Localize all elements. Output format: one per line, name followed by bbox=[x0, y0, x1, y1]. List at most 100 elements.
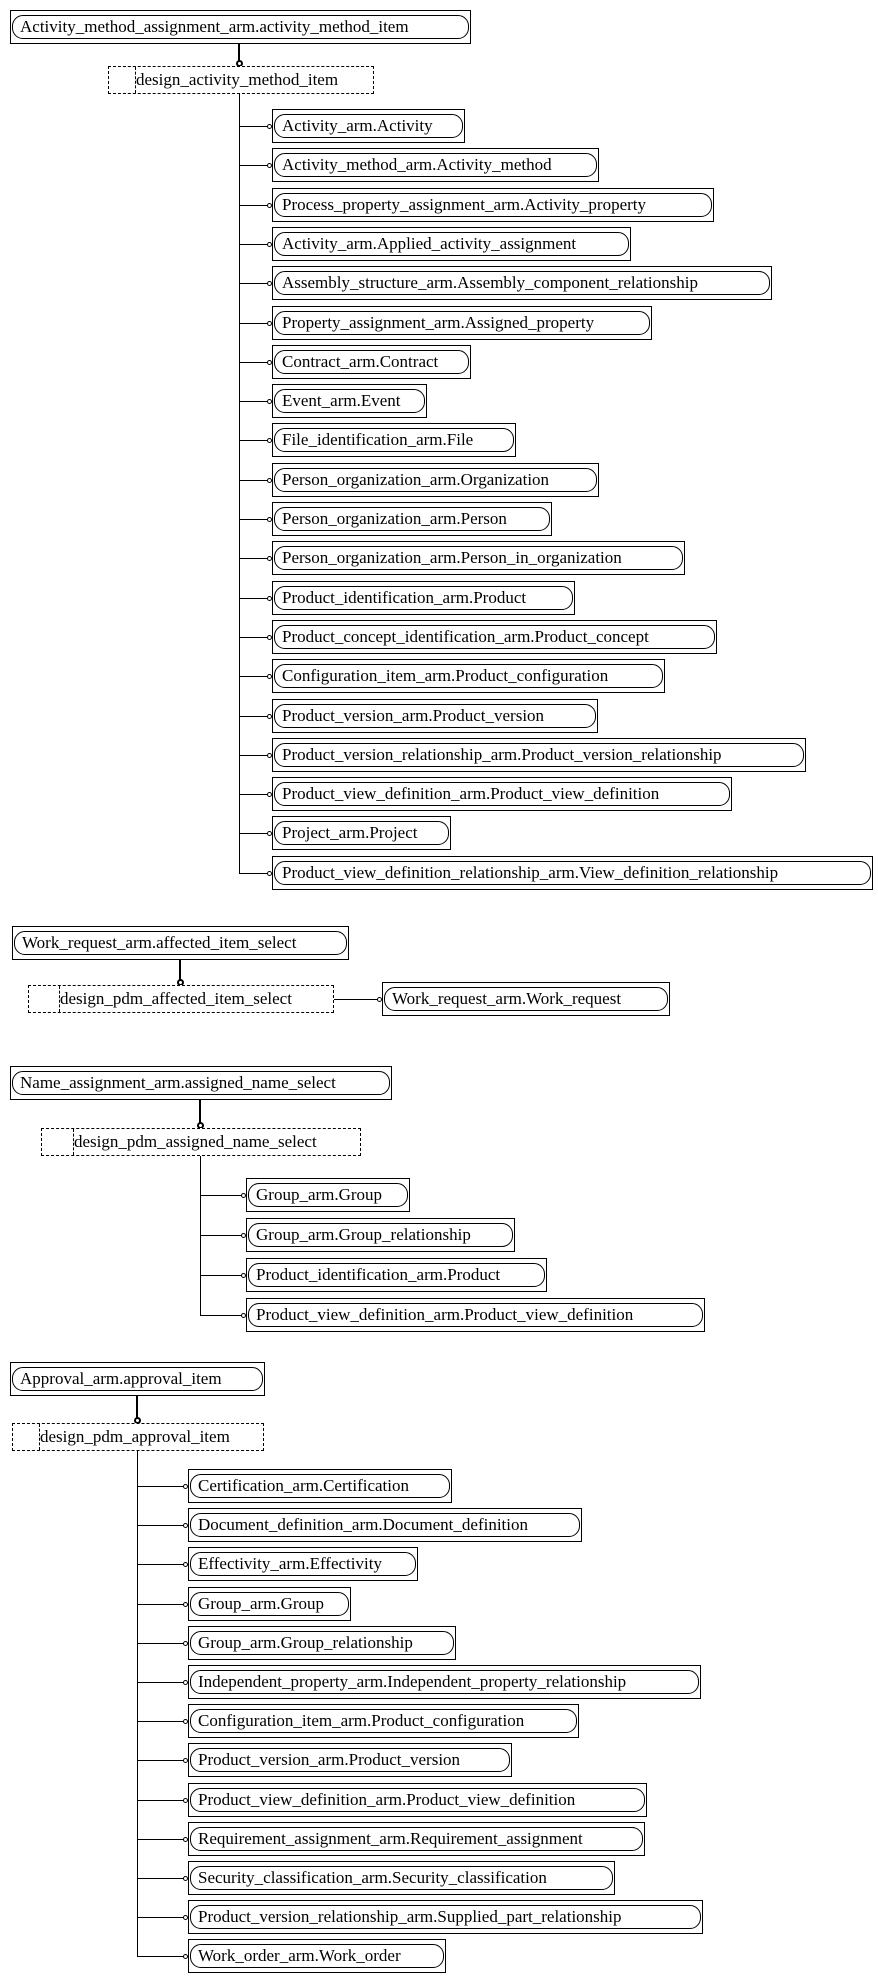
select-item-box[interactable]: Person_organization_arm.Person_in_organi… bbox=[272, 541, 685, 575]
select-item-box[interactable]: Document_definition_arm.Document_definit… bbox=[188, 1508, 582, 1542]
select-item-box[interactable]: Process_property_assignment_arm.Activity… bbox=[272, 188, 714, 222]
select-branch-line bbox=[137, 1839, 184, 1840]
select-item-box[interactable]: Group_arm.Group bbox=[246, 1178, 410, 1212]
parent-entity-box-label: Work_request_arm.affected_item_select bbox=[14, 931, 347, 955]
select-branch-line bbox=[200, 1235, 242, 1236]
select-branch-line bbox=[137, 1878, 184, 1879]
select-branch-line bbox=[239, 401, 268, 402]
select-item-box[interactable]: Contract_arm.Contract bbox=[272, 345, 471, 379]
select-item-box[interactable]: Configuration_item_arm.Product_configura… bbox=[272, 659, 665, 693]
select-item-box[interactable]: Independent_property_arm.Independent_pro… bbox=[188, 1665, 701, 1699]
parent-entity-box[interactable]: Approval_arm.approval_item bbox=[10, 1362, 265, 1396]
select-branch-line bbox=[137, 1760, 184, 1761]
select-branch-line bbox=[239, 244, 268, 245]
select-item-box[interactable]: File_identification_arm.File bbox=[272, 423, 516, 457]
select-item-box-label: Work_order_arm.Work_order bbox=[190, 1944, 444, 1968]
select-item-box[interactable]: Product_version_relationship_arm.Product… bbox=[272, 738, 806, 772]
select-branch-line bbox=[137, 1682, 184, 1683]
select-item-box[interactable]: Product_version_relationship_arm.Supplie… bbox=[188, 1900, 703, 1934]
select-type-label: design_pdm_assigned_name_select bbox=[74, 1132, 317, 1151]
select-item-box[interactable]: Assembly_structure_arm.Assembly_componen… bbox=[272, 266, 772, 300]
select-branch-line bbox=[137, 1486, 184, 1487]
parent-entity-box[interactable]: Activity_method_assignment_arm.activity_… bbox=[10, 10, 471, 44]
select-branch-line bbox=[239, 873, 268, 874]
select-item-box[interactable]: Property_assignment_arm.Assigned_propert… bbox=[272, 306, 652, 340]
select-item-box[interactable]: Product_view_definition_arm.Product_view… bbox=[272, 777, 732, 811]
select-item-box-label: Group_arm.Group bbox=[248, 1183, 408, 1207]
select-type-box[interactable]: design_pdm_affected_item_select bbox=[28, 985, 334, 1013]
select-branch-line bbox=[137, 1800, 184, 1801]
parent-entity-box[interactable]: Work_request_arm.affected_item_select bbox=[12, 926, 349, 960]
select-item-box-label: Work_request_arm.Work_request bbox=[384, 987, 668, 1011]
select-branch-line bbox=[137, 1604, 184, 1605]
select-item-box[interactable]: Product_identification_arm.Product bbox=[246, 1258, 547, 1292]
select-item-box-label: Product_view_definition_arm.Product_view… bbox=[248, 1303, 703, 1327]
select-item-box[interactable]: Effectivity_arm.Effectivity bbox=[188, 1547, 418, 1581]
supertype-connector-line bbox=[238, 44, 240, 61]
select-branch-line bbox=[239, 126, 268, 127]
select-item-box-label: Contract_arm.Contract bbox=[274, 350, 469, 374]
select-item-box-label: Certification_arm.Certification bbox=[190, 1474, 450, 1498]
select-item-box[interactable]: Product_view_definition_relationship_arm… bbox=[272, 856, 873, 890]
select-branch-line bbox=[239, 440, 268, 441]
select-item-box[interactable]: Person_organization_arm.Person bbox=[272, 502, 552, 536]
select-branch-line bbox=[239, 794, 268, 795]
select-branch-line bbox=[239, 519, 268, 520]
select-item-box[interactable]: Configuration_item_arm.Product_configura… bbox=[188, 1704, 579, 1738]
select-branch-line bbox=[239, 716, 268, 717]
select-branch-line bbox=[137, 1917, 184, 1918]
select-item-box-label: Person_organization_arm.Person bbox=[274, 507, 550, 531]
select-branch-line bbox=[239, 205, 268, 206]
select-branch-line bbox=[239, 755, 268, 756]
select-item-box[interactable]: Requirement_assignment_arm.Requirement_a… bbox=[188, 1822, 645, 1856]
select-item-box[interactable]: Product_concept_identification_arm.Produ… bbox=[272, 620, 717, 654]
select-item-box[interactable]: Certification_arm.Certification bbox=[188, 1469, 452, 1503]
select-item-box-label: Activity_method_arm.Activity_method bbox=[274, 153, 597, 177]
select-item-box-label: Product_view_definition_arm.Product_view… bbox=[190, 1788, 645, 1812]
select-item-box-label: Activity_arm.Applied_activity_assignment bbox=[274, 232, 629, 256]
select-branch-line bbox=[239, 323, 268, 324]
select-type-label: design_pdm_affected_item_select bbox=[60, 989, 292, 1008]
supertype-connector-line bbox=[199, 1100, 201, 1123]
select-item-box-label: File_identification_arm.File bbox=[274, 428, 514, 452]
select-type-box[interactable]: design_pdm_assigned_name_select bbox=[41, 1128, 361, 1156]
select-branch-line bbox=[137, 1525, 184, 1526]
select-item-box[interactable]: Product_identification_arm.Product bbox=[272, 581, 575, 615]
select-item-box[interactable]: Work_request_arm.Work_request bbox=[382, 982, 670, 1016]
select-item-box-label: Product_version_arm.Product_version bbox=[274, 704, 596, 728]
select-item-box[interactable]: Activity_method_arm.Activity_method bbox=[272, 148, 599, 182]
select-item-box-label: Configuration_item_arm.Product_configura… bbox=[190, 1709, 577, 1733]
select-item-box[interactable]: Event_arm.Event bbox=[272, 384, 427, 418]
select-item-box-label: Project_arm.Project bbox=[274, 821, 449, 845]
parent-entity-box[interactable]: Name_assignment_arm.assigned_name_select bbox=[10, 1066, 392, 1100]
select-branch-line bbox=[137, 1564, 184, 1565]
select-type-box[interactable]: design_activity_method_item bbox=[108, 66, 374, 94]
select-type-label: design_pdm_approval_item bbox=[40, 1427, 230, 1446]
select-item-box[interactable]: Product_version_arm.Product_version bbox=[188, 1743, 512, 1777]
select-item-box[interactable]: Group_arm.Group bbox=[188, 1587, 351, 1621]
select-item-box[interactable]: Group_arm.Group_relationship bbox=[188, 1626, 456, 1660]
parent-entity-box-label: Name_assignment_arm.assigned_name_select bbox=[12, 1071, 390, 1095]
select-item-box[interactable]: Product_view_definition_arm.Product_view… bbox=[246, 1298, 705, 1332]
select-item-box-label: Document_definition_arm.Document_definit… bbox=[190, 1513, 580, 1537]
select-item-box[interactable]: Activity_arm.Applied_activity_assignment bbox=[272, 227, 631, 261]
select-item-box[interactable]: Person_organization_arm.Organization bbox=[272, 463, 599, 497]
select-item-box[interactable]: Work_order_arm.Work_order bbox=[188, 1939, 446, 1973]
select-item-box[interactable]: Product_view_definition_arm.Product_view… bbox=[188, 1783, 647, 1817]
select-item-box-label: Product_version_relationship_arm.Supplie… bbox=[190, 1905, 701, 1929]
select-item-box-label: Product_version_relationship_arm.Product… bbox=[274, 743, 804, 767]
select-item-box[interactable]: Group_arm.Group_relationship bbox=[246, 1218, 515, 1252]
select-item-box[interactable]: Activity_arm.Activity bbox=[272, 109, 465, 143]
select-branch-line bbox=[239, 558, 268, 559]
select-item-box-label: Independent_property_arm.Independent_pro… bbox=[190, 1670, 699, 1694]
select-item-box-label: Group_arm.Group bbox=[190, 1592, 349, 1616]
select-item-box-label: Security_classification_arm.Security_cla… bbox=[190, 1866, 613, 1890]
select-item-box[interactable]: Product_version_arm.Product_version bbox=[272, 699, 598, 733]
select-item-box[interactable]: Security_classification_arm.Security_cla… bbox=[188, 1861, 615, 1895]
select-item-box-label: Person_organization_arm.Person_in_organi… bbox=[274, 546, 683, 570]
select-item-box-label: Activity_arm.Activity bbox=[274, 114, 463, 138]
select-type-box[interactable]: design_pdm_approval_item bbox=[12, 1423, 264, 1451]
select-item-box[interactable]: Project_arm.Project bbox=[272, 816, 451, 850]
select-item-box-label: Person_organization_arm.Organization bbox=[274, 468, 597, 492]
select-branch-line bbox=[239, 833, 268, 834]
